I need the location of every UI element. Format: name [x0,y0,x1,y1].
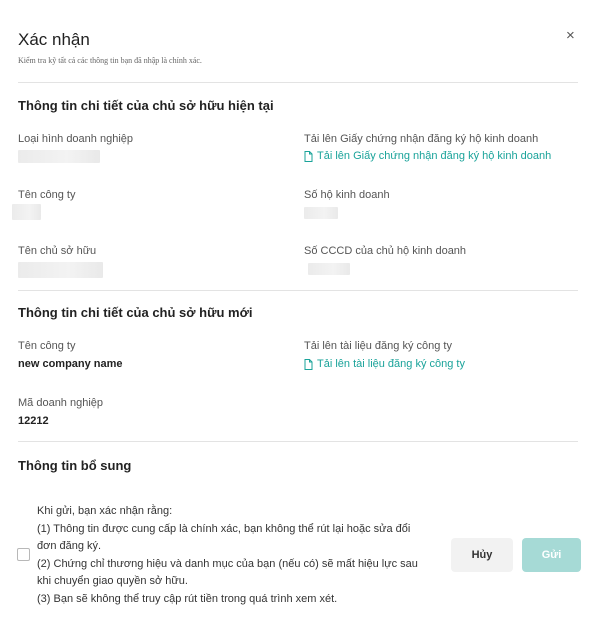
close-icon[interactable]: × [566,28,575,44]
cancel-button[interactable]: Hủy [451,538,513,572]
divider [18,82,578,83]
upload-company-docs-link[interactable]: Tải lên tài liệu đăng ký công ty [304,358,465,370]
consent-line: (3) Bạn sẽ không thể truy cập rút tiền t… [37,592,338,605]
consent-line: khi chuyển giao quyền sở hữu. [37,575,188,587]
business-number-label: Số hộ kinh doanh [304,189,390,201]
business-code-value: 12212 [18,415,49,427]
consent-checkbox[interactable] [17,548,30,561]
new-company-name-value: new company name [18,358,123,370]
new-company-name-label: Tên công ty [18,340,76,352]
owner-id-value-redacted [308,263,350,275]
document-icon [304,150,313,162]
upload-certificate-link-text: Tải lên Giấy chứng nhận đăng ký hộ kinh … [317,150,552,162]
upload-company-docs-link-text: Tải lên tài liệu đăng ký công ty [317,358,465,370]
owner-id-label: Số CCCD của chủ hộ kinh doanh [304,245,467,257]
consent-line: Khi gửi, bạn xác nhận rằng: [37,505,173,517]
upload-certificate-link[interactable]: Tải lên Giấy chứng nhận đăng ký hộ kinh … [304,150,551,162]
dialog-subtitle: Kiểm tra kỹ tất cả các thông tin bạn đã … [18,56,202,65]
consent-line: (1) Thông tin được cung cấp là chính xác… [37,522,411,535]
new-owner-heading: Thông tin chi tiết của chủ sở hữu mới [18,305,253,320]
divider [18,290,578,291]
business-number-value-redacted [304,207,338,219]
company-name-value-redacted [12,204,41,220]
divider [18,441,578,442]
company-name-label: Tên công ty [18,189,76,201]
consent-text: Khi gửi, bạn xác nhận rằng: (1) Thông ti… [37,503,437,608]
owner-name-label: Tên chủ sở hữu [18,245,97,257]
business-code-label: Mã doanh nghiệp [18,397,104,409]
business-type-label: Loại hình doanh nghiệp [18,133,133,145]
upload-company-docs-label: Tải lên tài liệu đăng ký công ty [304,340,452,352]
additional-info-heading: Thông tin bổ sung [18,458,132,473]
consent-line: (2) Chứng chỉ thương hiệu và danh mục củ… [37,557,418,570]
current-owner-heading: Thông tin chi tiết của chủ sở hữu hiện t… [18,98,274,113]
owner-name-value-redacted [18,262,103,278]
business-type-value-redacted [18,150,100,163]
document-icon [304,358,313,370]
dialog-title: Xác nhận [18,30,90,49]
submit-button[interactable]: Gửi [522,538,581,572]
upload-certificate-label: Tải lên Giấy chứng nhận đăng ký hộ kinh … [304,133,539,145]
consent-line: đơn đăng ký. [37,540,102,552]
confirmation-dialog: Xác nhận Kiểm tra kỹ tất cả các thông ti… [0,0,597,628]
